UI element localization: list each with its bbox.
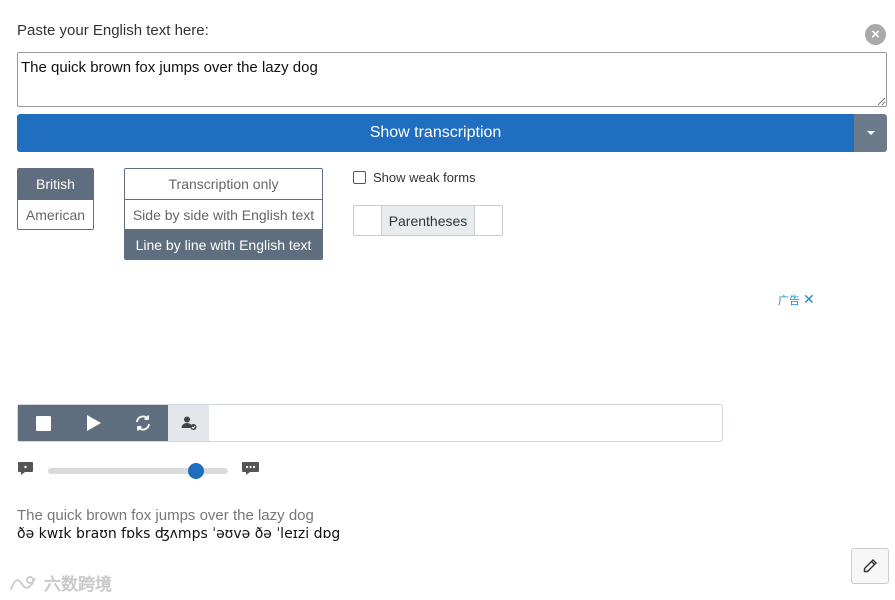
repeat-icon	[136, 415, 150, 431]
parentheses-right-option[interactable]	[475, 206, 502, 235]
edit-button[interactable]	[851, 548, 889, 584]
caret-down-icon	[866, 131, 875, 135]
english-text-input[interactable]	[17, 52, 887, 107]
output-ipa-word: ðə	[254, 526, 277, 542]
transcription-output: The quick brown fox jumps over the lazy …	[17, 507, 340, 542]
output-word[interactable]: over	[200, 507, 233, 524]
fast-speech-icon[interactable]	[241, 460, 261, 478]
repeat-button[interactable]	[118, 405, 168, 441]
close-icon: ×	[871, 26, 880, 43]
output-ipa-word: ˈəʊvə	[212, 526, 255, 542]
speed-slider[interactable]	[48, 463, 228, 479]
play-button[interactable]	[68, 405, 118, 441]
output-english-line: The quick brown fox jumps over the lazy …	[17, 507, 340, 524]
output-ipa-word: dɒg	[313, 526, 341, 542]
output-ipa-word: braʊn	[75, 526, 122, 542]
ad-label: 广告	[778, 294, 800, 307]
parentheses-left-option[interactable]	[354, 206, 381, 235]
output-word[interactable]: jumps	[155, 507, 199, 524]
weak-forms-label[interactable]: Show weak forms	[373, 170, 476, 185]
ad-choice-tag[interactable]: 广告 ✕	[778, 291, 815, 308]
weak-forms-checkbox[interactable]	[353, 171, 366, 184]
accent-option-american[interactable]: American	[18, 199, 93, 229]
speed-control	[17, 460, 262, 482]
play-icon	[86, 415, 101, 431]
mode-option-line-by-line[interactable]: Line by line with English text	[125, 229, 322, 259]
accent-selector: British American	[17, 168, 94, 230]
weak-forms-row: Show weak forms	[353, 170, 476, 185]
ad-close-icon[interactable]: ✕	[803, 291, 815, 308]
stop-button[interactable]	[18, 405, 68, 441]
speed-slider-fill	[48, 468, 196, 474]
mode-option-transcription-only[interactable]: Transcription only	[125, 169, 322, 199]
accent-option-british[interactable]: British	[18, 169, 93, 199]
slow-speech-icon[interactable]	[17, 460, 35, 478]
watermark: 六数跨境	[8, 570, 112, 595]
output-ipa-word: ˈleɪzi	[276, 526, 314, 542]
prompt-label: Paste your English text here:	[17, 22, 209, 39]
output-word[interactable]: the lazy	[233, 507, 289, 524]
pencil-icon	[863, 559, 877, 573]
player-text-field[interactable]	[209, 405, 722, 441]
output-ipa-line: ðə kwɪk braʊn fɒks ʤʌmps ˈəʊvə ðə ˈleɪzi…	[17, 526, 340, 542]
player-controls	[18, 405, 168, 441]
output-ipa-word: kwɪk	[38, 526, 76, 542]
output-mode-selector: Transcription only Side by side with Eng…	[124, 168, 323, 260]
parentheses-toggle: Parentheses	[353, 205, 503, 236]
speed-slider-thumb[interactable]	[187, 463, 204, 479]
output-word[interactable]: The quick brown fox	[17, 507, 155, 524]
show-transcription-button[interactable]: Show transcription	[17, 114, 854, 152]
voice-user-icon	[181, 416, 196, 430]
audio-player	[17, 404, 723, 442]
stop-icon	[35, 415, 51, 431]
parentheses-option[interactable]: Parentheses	[381, 206, 475, 235]
output-word[interactable]: dog	[289, 507, 314, 524]
output-ipa-word: fɒks	[121, 526, 155, 542]
watermark-text: 六数跨境	[44, 575, 112, 594]
clear-close-button[interactable]: ×	[865, 24, 886, 45]
output-ipa-word: ʤʌmps	[154, 526, 213, 542]
show-options-dropdown[interactable]	[854, 114, 887, 152]
mode-option-side-by-side[interactable]: Side by side with English text	[125, 199, 322, 229]
output-ipa-word: ðə	[17, 526, 39, 542]
watermark-logo-icon	[10, 575, 36, 590]
voice-select-button[interactable]	[168, 405, 209, 441]
